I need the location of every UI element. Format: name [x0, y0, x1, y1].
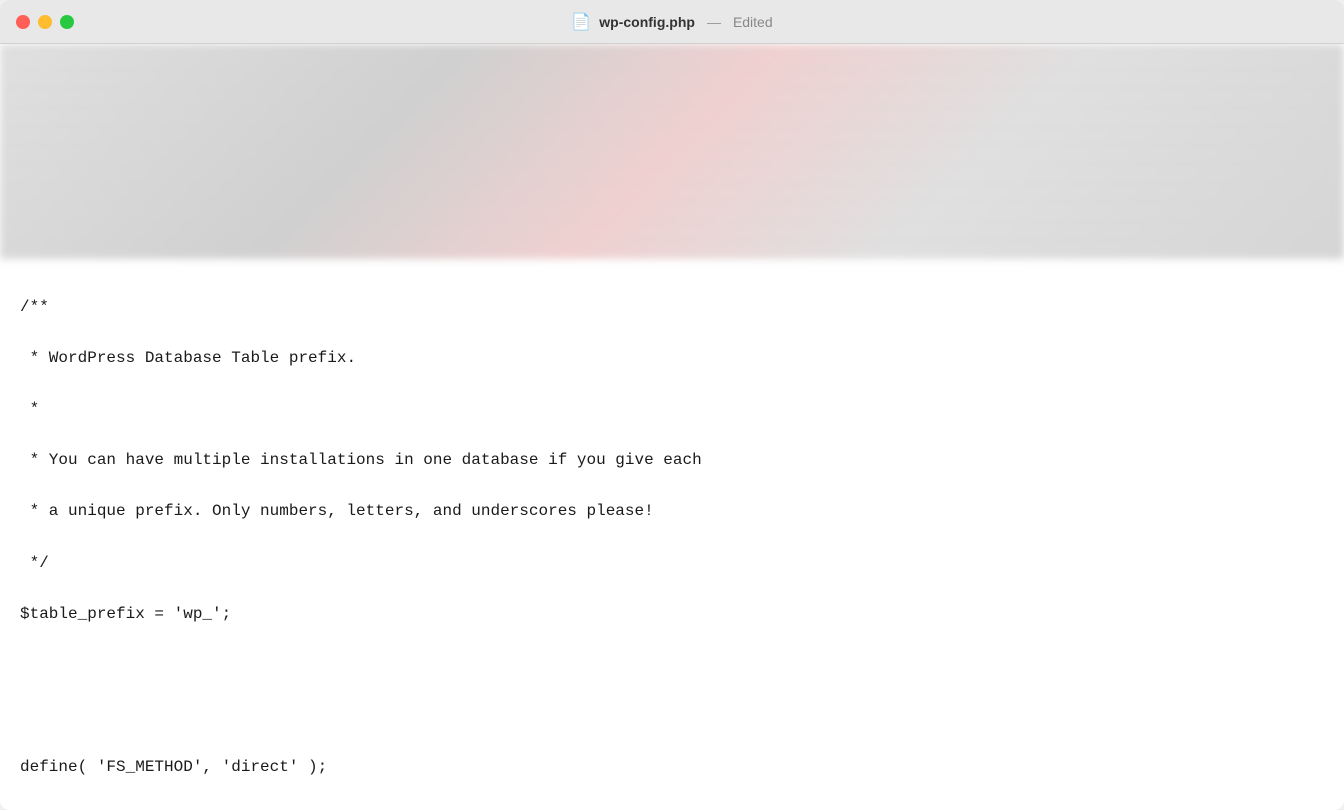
main-window: 📄 wp-config.php — Edited /** * WordPress…	[0, 0, 1344, 810]
code-line-6: */	[20, 551, 1324, 577]
close-button[interactable]	[16, 15, 30, 29]
code-line-10: define( 'FS_METHOD', 'direct' );	[20, 755, 1324, 781]
code-content[interactable]: /** * WordPress Database Table prefix. *…	[0, 259, 1344, 810]
code-line-4: * You can have multiple installations in…	[20, 448, 1324, 474]
editor-area[interactable]: /** * WordPress Database Table prefix. *…	[0, 44, 1344, 810]
window-controls	[16, 15, 74, 29]
code-line-5: * a unique prefix. Only numbers, letters…	[20, 499, 1324, 525]
window-title: 📄 wp-config.php — Edited	[571, 12, 772, 32]
blurred-content	[0, 44, 1344, 259]
code-line-1: /**	[20, 295, 1324, 321]
file-icon: 📄	[571, 12, 591, 32]
code-section[interactable]: /** * WordPress Database Table prefix. *…	[0, 259, 1344, 810]
code-line-3: *	[20, 397, 1324, 423]
code-line-2: * WordPress Database Table prefix.	[20, 346, 1324, 372]
code-line-9	[20, 704, 1324, 730]
title-separator: —	[707, 14, 721, 30]
maximize-button[interactable]	[60, 15, 74, 29]
code-line-8	[20, 653, 1324, 679]
code-line-7: $table_prefix = 'wp_';	[20, 602, 1324, 628]
filename: wp-config.php	[599, 14, 695, 30]
edit-status: Edited	[733, 14, 773, 30]
minimize-button[interactable]	[38, 15, 52, 29]
title-bar: 📄 wp-config.php — Edited	[0, 0, 1344, 44]
code-line-11	[20, 806, 1324, 810]
